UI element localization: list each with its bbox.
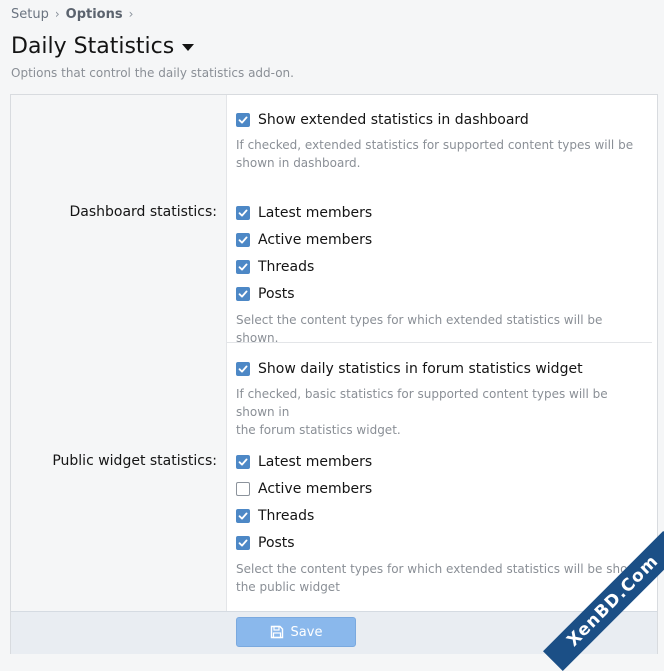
- page-description: Options that control the daily statistic…: [11, 66, 294, 80]
- options-panel: Dashboard statistics: Public widget stat…: [10, 94, 658, 654]
- checkbox-icon[interactable]: [236, 509, 250, 523]
- hint-line: the forum statistics widget.: [236, 423, 401, 437]
- breadcrumb: Setup › Options ›: [11, 5, 139, 23]
- dashboard-latest-members-checkbox[interactable]: Latest members: [236, 204, 372, 222]
- checkbox-icon[interactable]: [236, 482, 250, 496]
- dashboard-posts-checkbox[interactable]: Posts: [236, 285, 295, 303]
- save-button-label: Save: [290, 624, 323, 640]
- checkbox-icon[interactable]: [236, 455, 250, 469]
- checkbox-label: Threads: [258, 259, 315, 275]
- check-icon: [238, 209, 248, 217]
- breadcrumb-setup[interactable]: Setup: [11, 7, 49, 22]
- page-title[interactable]: Daily Statistics: [11, 30, 195, 62]
- save-button[interactable]: Save: [236, 617, 356, 647]
- widget-threads-checkbox[interactable]: Threads: [236, 507, 314, 525]
- check-icon: [238, 512, 248, 520]
- hint-line: If checked, basic statistics for support…: [236, 387, 608, 419]
- page-title-text: Daily Statistics: [11, 33, 175, 59]
- checkbox-label: Active members: [258, 481, 373, 497]
- checkbox-label: Show extended statistics in dashboard: [258, 112, 529, 128]
- breadcrumb-options[interactable]: Options: [66, 7, 123, 22]
- caret-down-icon[interactable]: [182, 43, 195, 51]
- widget-latest-members-checkbox[interactable]: Latest members: [236, 453, 372, 471]
- check-icon: [238, 365, 248, 373]
- checkbox-icon[interactable]: [236, 233, 250, 247]
- show-daily-widget-checkbox[interactable]: Show daily statistics in forum statistic…: [236, 360, 583, 378]
- checkbox-label: Active members: [258, 232, 373, 248]
- check-icon: [238, 116, 248, 124]
- hint-line: shown in dashboard.: [236, 156, 361, 170]
- checkbox-label: Show daily statistics in forum statistic…: [258, 361, 583, 377]
- checkbox-icon[interactable]: [236, 260, 250, 274]
- checkbox-icon[interactable]: [236, 206, 250, 220]
- hint-line: If checked, extended statistics for supp…: [236, 138, 634, 152]
- widget-active-members-checkbox[interactable]: Active members: [236, 480, 372, 498]
- checkbox-label: Latest members: [258, 454, 373, 470]
- dashboard-threads-checkbox[interactable]: Threads: [236, 258, 314, 276]
- public-widget-statistics-label: Public widget statistics:: [52, 453, 217, 469]
- section-divider: [226, 342, 652, 343]
- checkbox-icon[interactable]: [236, 362, 250, 376]
- dashboard-active-members-checkbox[interactable]: Active members: [236, 231, 372, 249]
- checkbox-icon[interactable]: [236, 287, 250, 301]
- label-column: Dashboard statistics: Public widget stat…: [11, 95, 227, 611]
- check-icon: [238, 290, 248, 298]
- hint-line: the public widget: [236, 580, 340, 594]
- checkbox-icon[interactable]: [236, 536, 250, 550]
- check-icon: [238, 263, 248, 271]
- hint-line: Select the content types for which exten…: [236, 562, 645, 576]
- breadcrumb-separator-icon: ›: [128, 7, 134, 21]
- show-extended-dashboard-checkbox[interactable]: Show extended statistics in dashboard: [236, 111, 529, 129]
- dashboard-statistics-label: Dashboard statistics:: [69, 204, 217, 220]
- widget-types-hint: Select the content types for which exten…: [236, 560, 646, 596]
- check-icon: [238, 236, 248, 244]
- widget-posts-checkbox[interactable]: Posts: [236, 534, 295, 552]
- checkbox-icon[interactable]: [236, 113, 250, 127]
- breadcrumb-separator-icon: ›: [54, 7, 60, 21]
- checkbox-label: Threads: [258, 508, 315, 524]
- dashboard-main-hint: If checked, extended statistics for supp…: [236, 136, 646, 172]
- check-icon: [238, 458, 248, 466]
- widget-main-hint: If checked, basic statistics for support…: [236, 385, 646, 439]
- checkbox-label: Posts: [258, 286, 295, 302]
- checkbox-label: Latest members: [258, 205, 373, 221]
- check-icon: [238, 539, 248, 547]
- save-disk-icon: [270, 625, 283, 639]
- checkbox-label: Posts: [258, 535, 295, 551]
